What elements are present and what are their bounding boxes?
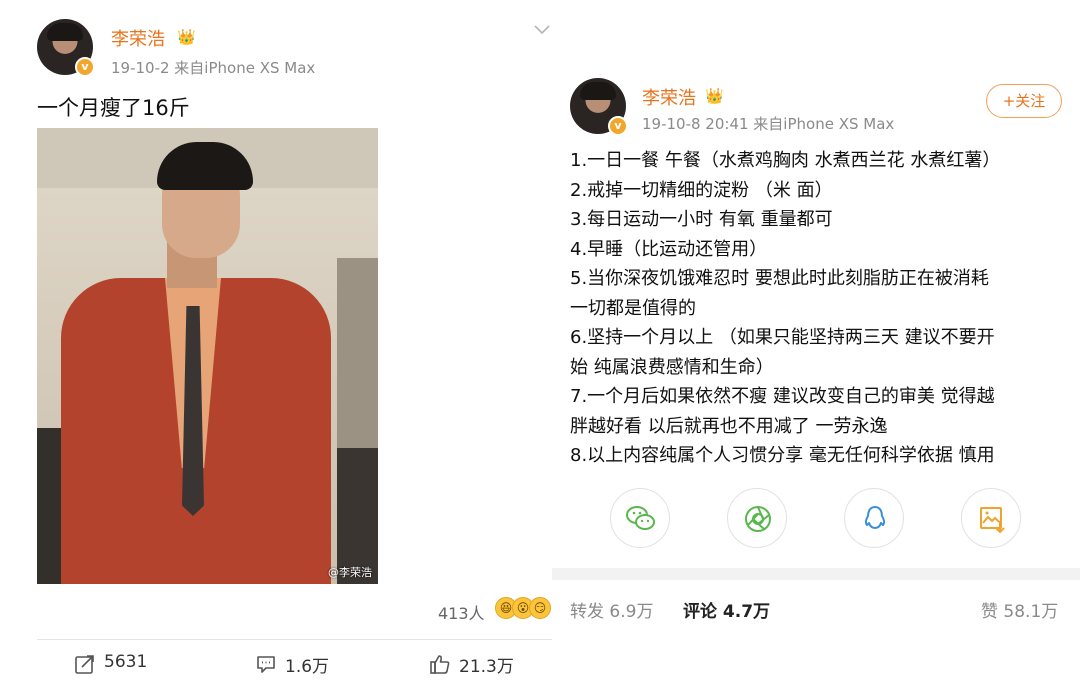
qq-share-button[interactable] (844, 488, 904, 548)
comment-tab[interactable]: 评论 4.7万 (683, 597, 770, 622)
post-line: 始 纯属浪费感情和生命） (570, 356, 774, 378)
repost-button[interactable]: 5631 (74, 652, 184, 676)
section-separator (552, 568, 1080, 580)
avatar[interactable]: v (570, 78, 628, 136)
wechat-share-button[interactable] (610, 488, 670, 548)
comment-icon (257, 656, 275, 673)
repost-count: 5631 (104, 652, 148, 672)
thumbs-up-icon (430, 655, 450, 674)
post-line: 胖越好看 以后就再也不用减了 一劳永逸 (570, 415, 888, 437)
post-meta: 19-10-8 20:41 来自iPhone XS Max (642, 115, 895, 133)
moments-icon (745, 506, 771, 532)
post-line: 5.当你深夜饥饿难忍时 要想此时此刻脂肪正在被消耗 (570, 268, 989, 289)
reaction-count[interactable]: 413人 (438, 600, 485, 624)
post-line: 一切都是值得的 (570, 297, 696, 319)
crown-icon: 👑 (705, 87, 724, 105)
verified-badge-icon: v (608, 116, 628, 136)
like-tab[interactable]: 赞 58.1万 (981, 597, 1058, 622)
comment-count: 1.6万 (285, 657, 330, 677)
post-line: 6.坚持一个月以上 （如果只能坚持两三天 建议不要开 (570, 327, 995, 348)
comment-button[interactable]: 1.6万 (255, 652, 365, 677)
wechat-icon (626, 506, 655, 530)
post-text: 1.一日一餐 午餐（水煮鸡胸肉 水煮西兰花 水煮红薯） 2.戒掉一切精细的淀粉 … (570, 146, 1070, 471)
chevron-down-icon[interactable] (532, 20, 552, 40)
repost-tab[interactable]: 转发 6.9万 (570, 597, 653, 622)
post-line: 2.戒掉一切精细的淀粉 （米 面） (570, 179, 833, 201)
divider (37, 639, 552, 640)
repost-icon (75, 655, 94, 674)
save-image-button[interactable] (961, 488, 1021, 548)
post-text: 一个月瘦了16斤 (37, 96, 190, 120)
moments-share-button[interactable] (727, 488, 787, 548)
smirk-emoji-icon: 😏 (529, 597, 551, 619)
qq-icon (864, 506, 886, 529)
left-post-card: v 李荣浩 👑 19-10-2 来自iPhone XS Max 一个月瘦了16斤… (0, 0, 552, 687)
follow-button[interactable]: +关注 (986, 84, 1062, 118)
username[interactable]: 李荣浩 (642, 84, 696, 110)
post-meta: 19-10-2 来自iPhone XS Max (111, 59, 316, 77)
crown-icon: 👑 (177, 28, 196, 46)
right-post-card: v 李荣浩 👑 19-10-8 20:41 来自iPhone XS Max +关… (552, 0, 1080, 687)
like-button[interactable]: 21.3万 (429, 652, 539, 677)
post-line: 3.每日运动一小时 有氧 重量都可 (570, 209, 833, 230)
post-line: 4.早睡（比运动还管用） (570, 238, 768, 260)
post-photo[interactable]: @李荣浩 (37, 128, 378, 584)
avatar[interactable]: v (37, 19, 95, 77)
save-image-icon (980, 507, 1005, 534)
verified-badge-icon: v (75, 57, 95, 77)
post-line: 1.一日一餐 午餐（水煮鸡胸肉 水煮西兰花 水煮红薯） (570, 150, 1001, 171)
like-count: 21.3万 (459, 657, 514, 677)
post-line: 8.以上内容纯属个人习惯分享 毫无任何科学依据 慎用 (570, 445, 995, 466)
username[interactable]: 李荣浩 (111, 25, 165, 51)
post-line: 7.一个月后如果依然不瘦 建议改变自己的审美 觉得越 (570, 386, 995, 407)
photo-watermark: @李荣浩 (328, 566, 372, 579)
